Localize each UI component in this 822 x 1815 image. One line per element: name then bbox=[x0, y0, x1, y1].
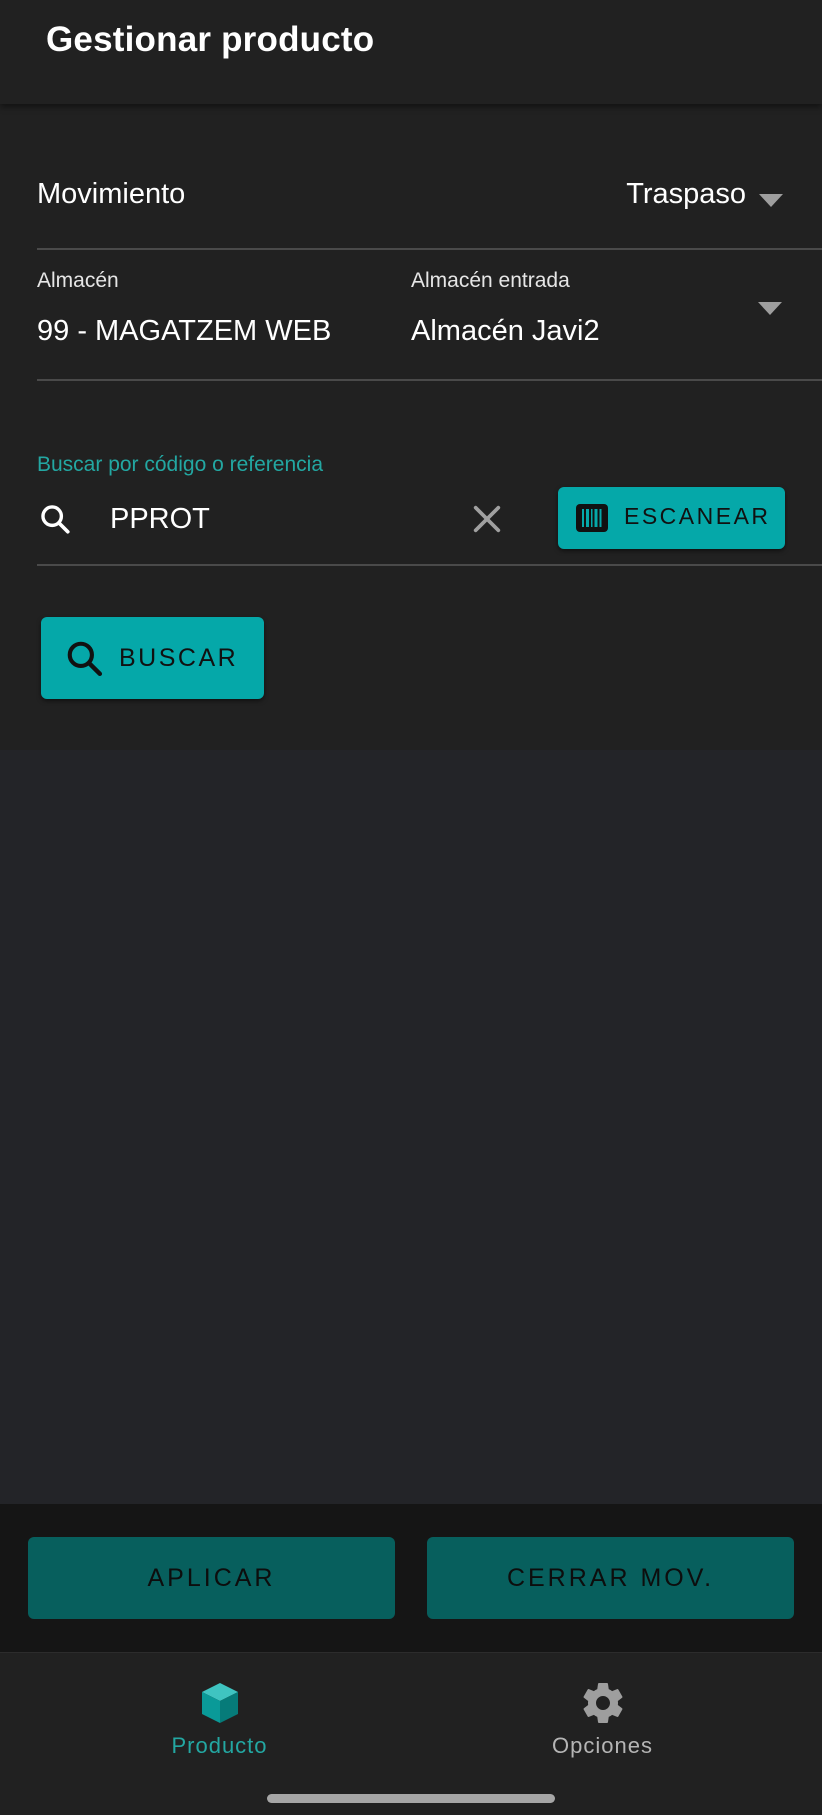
barcode-icon bbox=[576, 504, 608, 532]
nav-label-opciones: Opciones bbox=[552, 1733, 653, 1758]
bottom-navigation: Producto Opciones bbox=[0, 1653, 822, 1815]
divider bbox=[37, 379, 822, 381]
home-indicator bbox=[267, 1794, 555, 1803]
movement-value: Traspaso bbox=[626, 178, 746, 210]
search-icon bbox=[41, 505, 70, 534]
results-area bbox=[0, 750, 822, 1504]
scan-button[interactable]: ESCANEAR bbox=[558, 487, 785, 549]
search-field-label: Buscar por código o referencia bbox=[37, 453, 323, 476]
entry-warehouse-label: Almacén entrada bbox=[411, 269, 570, 292]
movement-selector[interactable]: Movimiento Traspaso bbox=[0, 164, 822, 252]
nav-item-opciones[interactable]: Opciones bbox=[397, 1653, 808, 1773]
product-form: Movimiento Traspaso Almacén 99 - MAGATZE… bbox=[0, 104, 822, 750]
scan-button-label: ESCANEAR bbox=[624, 503, 771, 529]
gear-icon bbox=[583, 1683, 622, 1723]
entry-warehouse-selector[interactable]: Almacén entrada Almacén Javi2 bbox=[400, 254, 822, 374]
close-movement-button[interactable]: CERRAR MOV. bbox=[427, 1537, 794, 1619]
page-title: Gestionar producto bbox=[46, 20, 375, 59]
chevron-down-icon bbox=[758, 302, 782, 315]
search-input[interactable] bbox=[110, 499, 440, 539]
nav-label-producto: Producto bbox=[171, 1733, 268, 1758]
divider bbox=[37, 248, 822, 250]
movement-label: Movimiento bbox=[37, 178, 186, 210]
action-bar: APLICAR CERRAR MOV. bbox=[0, 1504, 822, 1654]
search-icon bbox=[67, 641, 103, 677]
apply-button[interactable]: APLICAR bbox=[28, 1537, 395, 1619]
warehouse-value: 99 - MAGATZEM WEB bbox=[37, 315, 332, 347]
app-bar: Gestionar producto bbox=[0, 0, 822, 104]
close-icon[interactable] bbox=[470, 502, 504, 536]
divider bbox=[37, 564, 822, 566]
search-button-label: BUSCAR bbox=[119, 644, 239, 672]
nav-item-producto[interactable]: Producto bbox=[14, 1653, 425, 1773]
warehouse-label: Almacén bbox=[37, 269, 119, 292]
entry-warehouse-value: Almacén Javi2 bbox=[411, 315, 600, 347]
chevron-down-icon bbox=[759, 194, 783, 207]
search-button[interactable]: BUSCAR bbox=[41, 617, 264, 699]
cube-icon bbox=[201, 1683, 238, 1723]
